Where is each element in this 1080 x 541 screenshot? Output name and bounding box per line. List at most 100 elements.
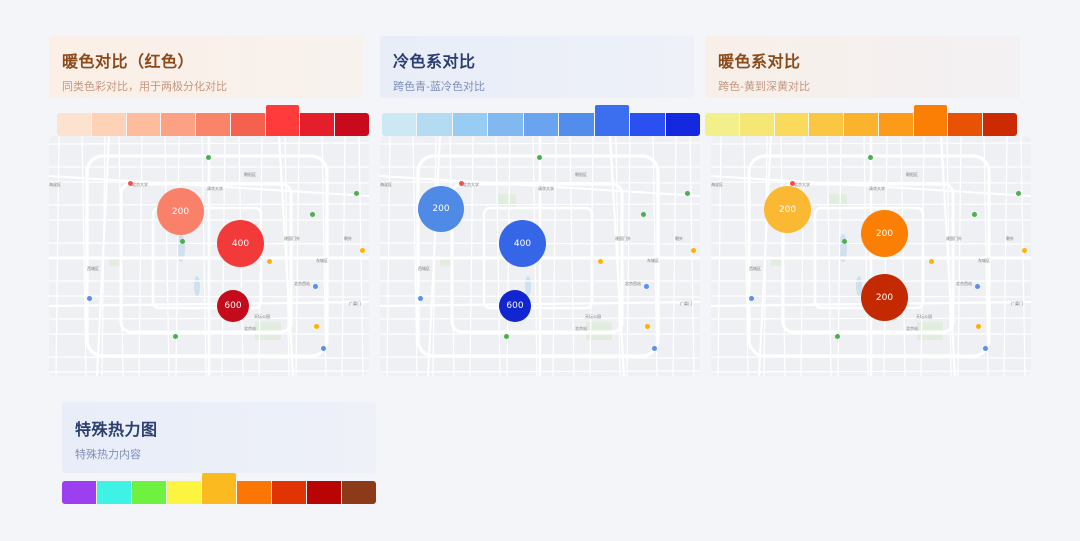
poi-pin-icon[interactable] <box>360 248 365 253</box>
color-scale <box>57 104 370 136</box>
poi-pin-icon[interactable] <box>537 155 542 160</box>
panel-title: 特殊热力图 <box>75 420 158 439</box>
map-streets <box>711 136 1031 376</box>
map-label: 北京站 <box>575 326 587 331</box>
map-label: 清华大学 <box>207 186 223 191</box>
poi-pin-icon[interactable] <box>173 334 178 339</box>
map-label: 西城区 <box>87 266 99 271</box>
panel-header: 暖色系对比 跨色-黄到深黄对比 <box>705 36 1020 98</box>
map-label: 朝阳区 <box>244 172 256 177</box>
map-label: 建国门外 <box>615 236 631 241</box>
poi-pin-icon[interactable] <box>749 296 754 301</box>
map-view[interactable]: 海淀区 朝阳区 西城区 东城区 北京西站 北京站 北京大学 清华大学 广渠门 天坛公园 建国门外 朝外… <box>49 136 369 376</box>
map-label: 朝外 <box>344 236 352 241</box>
map-label: 东城区 <box>647 258 659 263</box>
poi-pin-icon[interactable] <box>504 334 509 339</box>
poi-pin-icon[interactable] <box>691 248 696 253</box>
poi-pin-icon[interactable] <box>972 212 977 217</box>
poi-pin-icon[interactable] <box>87 296 92 301</box>
poi-pin-icon[interactable] <box>644 284 649 289</box>
poi-pin-icon[interactable] <box>835 334 840 339</box>
heat-bubble[interactable]: 200 <box>861 274 908 321</box>
poi-pin-icon[interactable] <box>842 239 847 244</box>
color-swatch <box>523 113 559 136</box>
poi-pin-icon[interactable] <box>976 324 981 329</box>
color-swatch <box>844 113 878 136</box>
color-swatch <box>382 113 417 136</box>
heat-bubble[interactable]: 200 <box>157 188 204 235</box>
map-view[interactable]: 海淀区 朝阳区 西城区 东城区 北京西站 北京站 北京大学 清华大学 广渠门 天坛公园 建国门外 朝外… <box>711 136 1031 376</box>
poi-pin-icon[interactable] <box>180 239 185 244</box>
map-label: 海淀区 <box>711 182 723 187</box>
color-swatch <box>335 113 370 136</box>
color-swatch <box>237 481 271 504</box>
panel-header: 特殊热力图 特殊热力内容 <box>62 402 376 473</box>
poi-pin-icon[interactable] <box>418 296 423 301</box>
poi-pin-icon[interactable] <box>206 155 211 160</box>
map-label: 建国门外 <box>946 236 962 241</box>
panel-subtitle: 跨色-黄到深黄对比 <box>718 80 810 93</box>
map-view[interactable]: 海淀区 朝阳区 西城区 东城区 北京西站 北京站 北京大学 清华大学 广渠门 天坛公园 建国门外 朝外… <box>380 136 700 376</box>
color-swatch <box>559 113 594 136</box>
color-swatch <box>300 113 335 136</box>
panel-warm-red: 暖色对比（红色） 同类色彩对比，用于两极分化对比 海淀区 朝阳区 西城区 东城区 北京西… <box>49 36 370 378</box>
map-label: 广渠门 <box>680 301 692 306</box>
panel-special: 特殊热力图 特殊热力内容 <box>62 402 376 504</box>
heat-bubble[interactable]: 400 <box>499 220 546 267</box>
color-swatch <box>809 113 844 136</box>
color-swatch <box>57 113 91 136</box>
color-swatch <box>983 113 1018 136</box>
color-swatch <box>878 113 913 136</box>
heat-bubble[interactable]: 600 <box>499 290 531 322</box>
color-scale <box>705 104 1018 136</box>
poi-pin-icon[interactable] <box>598 259 603 264</box>
map-label: 西城区 <box>418 266 430 271</box>
panel-subtitle: 特殊热力内容 <box>75 448 141 461</box>
heat-bubble[interactable]: 400 <box>217 220 264 267</box>
poi-pin-icon[interactable] <box>685 191 690 196</box>
poi-pin-icon[interactable] <box>310 212 315 217</box>
color-swatch <box>630 113 665 136</box>
panel-cool: 冷色系对比 跨色青-蓝冷色对比 海淀区 朝阳区 西城区 东城区 北京西站 北京站 北京大学清… <box>380 36 700 378</box>
poi-pin-icon[interactable] <box>354 191 359 196</box>
map-label: 清华大学 <box>538 186 554 191</box>
map-label: 天坛公园 <box>254 314 270 319</box>
poi-pin-icon[interactable] <box>645 324 650 329</box>
poi-pin-icon[interactable] <box>929 259 934 264</box>
map-label: 北京西站 <box>294 281 310 286</box>
poi-pin-icon[interactable] <box>321 346 326 351</box>
poi-pin-icon[interactable] <box>267 259 272 264</box>
poi-pin-icon[interactable] <box>868 155 873 160</box>
map-label: 朝外 <box>675 236 683 241</box>
map-label: 朝阳区 <box>575 172 587 177</box>
poi-pin-icon[interactable] <box>314 324 319 329</box>
map-label: 朝外 <box>1006 236 1014 241</box>
map-label: 朝阳区 <box>906 172 918 177</box>
poi-pin-icon[interactable] <box>1022 248 1027 253</box>
color-swatch <box>230 113 265 136</box>
map-label: 北京站 <box>244 326 256 331</box>
heat-bubble[interactable]: 200 <box>764 186 811 233</box>
color-scale <box>62 472 376 504</box>
map-label: 广渠门 <box>349 301 361 306</box>
panel-title: 暖色对比（红色） <box>62 52 195 71</box>
color-swatch <box>665 113 700 136</box>
poi-pin-icon[interactable] <box>975 284 980 289</box>
poi-pin-icon[interactable] <box>652 346 657 351</box>
map-label: 海淀区 <box>380 182 392 187</box>
color-swatch <box>417 113 452 136</box>
map-label: 北京西站 <box>956 281 972 286</box>
color-swatch <box>913 105 948 136</box>
poi-pin-icon[interactable] <box>1016 191 1021 196</box>
poi-pin-icon[interactable] <box>983 346 988 351</box>
color-swatch <box>62 481 96 504</box>
map-label: 清华大学 <box>869 186 885 191</box>
heat-bubble[interactable]: 200 <box>861 210 908 257</box>
heat-bubble[interactable]: 600 <box>217 290 249 322</box>
color-swatch <box>161 113 196 136</box>
poi-pin-icon[interactable] <box>641 212 646 217</box>
map-label: 西城区 <box>749 266 761 271</box>
heat-bubble[interactable]: 200 <box>418 186 464 232</box>
color-swatch <box>132 481 166 504</box>
poi-pin-icon[interactable] <box>313 284 318 289</box>
